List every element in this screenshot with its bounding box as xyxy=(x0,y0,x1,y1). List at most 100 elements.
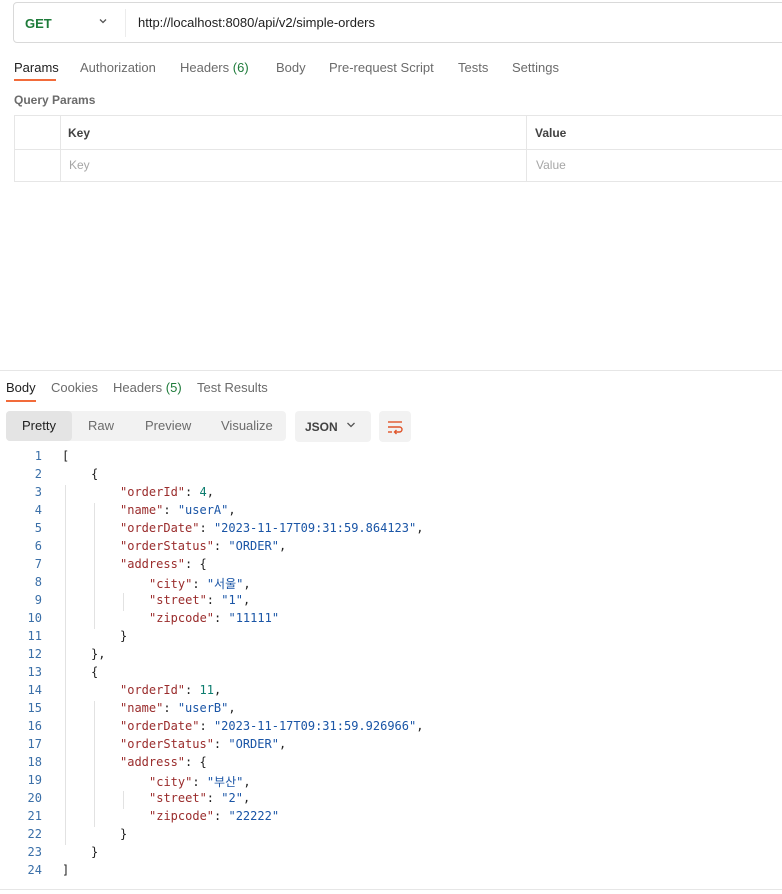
tab-label: Settings xyxy=(512,60,559,75)
json-string: "11111" xyxy=(228,611,280,625)
json-punctuation: : xyxy=(185,683,200,697)
tab-settings[interactable]: Settings xyxy=(512,60,559,75)
code-line: [ xyxy=(62,449,69,463)
table-divider xyxy=(526,116,527,181)
chevron-down-icon[interactable] xyxy=(97,15,109,30)
code-line: "address": { xyxy=(120,557,207,571)
json-string: "부산" xyxy=(206,775,244,789)
json-punctuation: , xyxy=(243,775,251,789)
code-line: } xyxy=(120,827,127,841)
json-punctuation: : xyxy=(214,611,229,625)
json-punctuation: , xyxy=(228,701,236,715)
tab-params[interactable]: Params xyxy=(14,60,59,75)
json-punctuation: , xyxy=(278,737,287,751)
code-line: } xyxy=(91,845,98,859)
json-key: "address" xyxy=(120,557,186,571)
method-selector[interactable]: GET xyxy=(25,16,52,31)
key-input[interactable]: Key xyxy=(69,158,90,172)
wrap-lines-button[interactable] xyxy=(379,411,411,442)
code-line: "street": "2", xyxy=(149,791,250,805)
view-mode-pretty[interactable]: Pretty xyxy=(22,418,56,433)
view-mode-raw[interactable]: Raw xyxy=(88,418,114,433)
tab-body[interactable]: Body xyxy=(276,60,306,75)
json-string: "ORDER" xyxy=(228,737,279,751)
line-number: 7 xyxy=(34,557,42,571)
chevron-down-icon xyxy=(345,418,357,435)
line-number: 23 xyxy=(27,845,42,859)
json-key: "orderDate" xyxy=(120,719,200,733)
json-punctuation: : { xyxy=(185,557,207,571)
json-punctuation: } xyxy=(120,827,128,841)
line-number: 15 xyxy=(27,701,42,715)
tab-pre-request-script[interactable]: Pre-request Script xyxy=(329,60,434,75)
tab-tests[interactable]: Tests xyxy=(458,60,488,75)
code-line: } xyxy=(120,629,127,643)
value-input[interactable]: Value xyxy=(536,158,566,172)
tab-label: Tests xyxy=(458,60,489,75)
line-number: 5 xyxy=(34,521,42,535)
json-punctuation: : xyxy=(206,791,222,805)
json-key: "zipcode" xyxy=(149,611,215,625)
tab-cookies[interactable]: Cookies xyxy=(51,380,98,395)
json-string: "2023-11-17T09:31:59.926966" xyxy=(213,719,417,733)
json-punctuation: , xyxy=(278,539,287,553)
tab-count-badge: (5) xyxy=(165,380,182,395)
active-tab-indicator xyxy=(14,79,56,81)
tab-label: Pre-request Script xyxy=(329,60,434,75)
format-selector[interactable]: JSON xyxy=(295,411,371,442)
json-punctuation: : { xyxy=(185,755,207,769)
json-punctuation: [ xyxy=(62,449,70,463)
json-key: "orderStatus" xyxy=(120,539,214,553)
line-number: 18 xyxy=(27,755,42,769)
json-string: "1" xyxy=(221,593,243,607)
code-line: "name": "userA", xyxy=(120,503,236,517)
json-string: "ORDER" xyxy=(228,539,279,553)
code-line: "orderDate": "2023-11-17T09:31:59.864123… xyxy=(120,521,423,535)
line-number: 3 xyxy=(34,485,42,499)
url-input[interactable]: http://localhost:8080/api/v2/simple-orde… xyxy=(138,15,375,30)
line-number: 2 xyxy=(34,467,42,481)
indent-guide xyxy=(123,593,124,611)
line-number: 10 xyxy=(27,611,42,625)
json-punctuation: , xyxy=(416,719,424,733)
line-number: 22 xyxy=(27,827,42,841)
json-string: "서울" xyxy=(206,577,244,591)
json-key: "zipcode" xyxy=(149,809,215,823)
view-mode-visualize[interactable]: Visualize xyxy=(221,418,273,433)
code-line: { xyxy=(91,467,98,481)
json-punctuation: : xyxy=(192,577,207,591)
tab-label: Headers xyxy=(113,380,163,395)
line-number: 9 xyxy=(34,593,42,607)
json-key: "orderStatus" xyxy=(120,737,214,751)
tab-label: Params xyxy=(14,60,59,75)
json-punctuation: : xyxy=(199,719,214,733)
pane-divider[interactable] xyxy=(0,370,782,371)
json-punctuation: : xyxy=(163,701,178,715)
line-number: 24 xyxy=(27,863,42,877)
line-number: 16 xyxy=(27,719,42,733)
line-number: 17 xyxy=(27,737,42,751)
view-mode-preview[interactable]: Preview xyxy=(145,418,191,433)
json-punctuation: , xyxy=(228,503,236,517)
code-line: }, xyxy=(91,647,105,661)
line-number: 4 xyxy=(34,503,42,517)
tab-response-headers[interactable]: Headers (5) xyxy=(113,380,182,395)
json-string: "userB" xyxy=(177,701,229,715)
code-line: "zipcode": "11111" xyxy=(149,611,279,625)
tab-authorization[interactable]: Authorization xyxy=(80,60,156,75)
code-line: "address": { xyxy=(120,755,207,769)
column-header-value: Value xyxy=(535,126,567,140)
code-line: "orderId": 4, xyxy=(120,485,214,499)
json-punctuation: , xyxy=(242,593,251,607)
tab-test-results[interactable]: Test Results xyxy=(197,380,268,395)
tab-headers[interactable]: Headers (6) xyxy=(180,60,249,75)
tab-response-body[interactable]: Body xyxy=(6,380,36,395)
line-number: 6 xyxy=(34,539,42,553)
json-punctuation: : xyxy=(213,539,229,553)
code-line: "zipcode": "22222" xyxy=(149,809,279,823)
tab-count-badge: (6) xyxy=(232,60,249,75)
code-line: "orderStatus": "ORDER", xyxy=(120,737,286,751)
json-punctuation: : xyxy=(163,503,178,517)
json-key: "city" xyxy=(149,775,193,789)
json-punctuation: } xyxy=(120,629,128,643)
